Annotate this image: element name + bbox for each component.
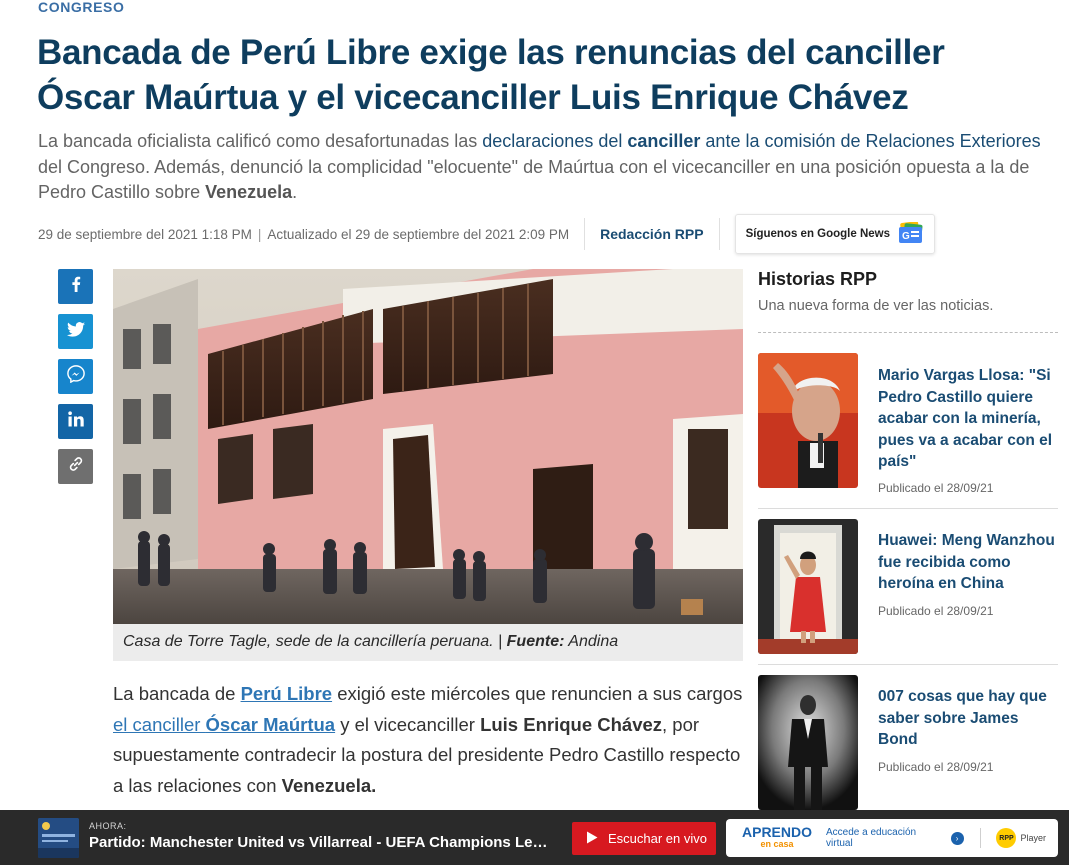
copy-link-button[interactable] bbox=[58, 449, 93, 484]
story-date: Publicado el 28/09/21 bbox=[878, 481, 994, 495]
story-date: Publicado el 28/09/21 bbox=[878, 604, 994, 618]
share-messenger-button[interactable] bbox=[58, 359, 93, 394]
lead-link-declaraciones[interactable]: declaraciones del canciller bbox=[482, 131, 700, 151]
article-headline: Bancada de Perú Libre exige las renuncia… bbox=[37, 33, 945, 117]
now-playing-title[interactable]: Partido: Manchester United vs Villarreal… bbox=[89, 834, 551, 851]
story-divider bbox=[758, 508, 1058, 509]
banner-divider bbox=[979, 828, 981, 848]
story-title[interactable]: Mario Vargas Llosa: "Si Pedro Castillo q… bbox=[878, 365, 1058, 473]
historias-sidebar: Historias RPP Una nueva forma de ver las… bbox=[758, 269, 1058, 333]
publish-date: 29 de septiembre del 2021 1:18 PM bbox=[38, 226, 252, 242]
play-icon bbox=[586, 831, 598, 847]
link-peru-libre[interactable]: Perú Libre bbox=[241, 683, 333, 704]
lead-link-comision[interactable]: ante la comisión de Relaciones Exteriore… bbox=[705, 131, 1040, 151]
aprendo-en-casa-banner[interactable]: APRENDO en casa Accede a educación virtua… bbox=[726, 819, 1058, 857]
link-icon bbox=[67, 455, 85, 478]
story-divider bbox=[758, 664, 1058, 665]
story-date: Publicado el 28/09/21 bbox=[878, 760, 994, 774]
messenger-icon bbox=[66, 365, 85, 388]
section-tag[interactable]: CONGRESO bbox=[38, 0, 124, 15]
listen-live-label: Escuchar en vivo bbox=[608, 831, 707, 846]
meta-divider bbox=[584, 218, 586, 250]
meta-separator: | bbox=[257, 226, 262, 242]
meta-divider bbox=[718, 218, 720, 250]
share-linkedin-button[interactable] bbox=[58, 404, 93, 439]
article-main-image bbox=[113, 269, 743, 624]
listen-live-button[interactable]: Escuchar en vivo bbox=[572, 822, 716, 855]
facebook-icon bbox=[69, 276, 83, 297]
now-playing-label: AHORA: bbox=[89, 821, 127, 831]
link-canciller[interactable]: el canciller Óscar Maúrtua bbox=[113, 714, 335, 735]
google-news-button[interactable]: Síguenos en Google News G bbox=[734, 214, 936, 254]
aprendo-logo: APRENDO en casa bbox=[742, 824, 813, 849]
google-news-icon: G bbox=[898, 220, 924, 247]
share-facebook-button[interactable] bbox=[58, 269, 93, 304]
twitter-icon bbox=[66, 321, 85, 342]
share-bar bbox=[58, 269, 93, 484]
rpp-player-logo[interactable]: RPP Player bbox=[996, 828, 1046, 848]
chevron-right-icon: › bbox=[950, 831, 964, 845]
linkedin-icon bbox=[67, 411, 84, 432]
image-caption: Casa de Torre Tagle, sede de la cancille… bbox=[113, 624, 743, 661]
sidebar-divider bbox=[758, 332, 1058, 333]
google-news-label: Síguenos en Google News bbox=[745, 228, 891, 240]
story-title[interactable]: 007 cosas que hay que saber sobre James … bbox=[878, 686, 1058, 751]
story-title[interactable]: Huawei: Meng Wanzhou fue recibida como h… bbox=[878, 530, 1058, 595]
sidebar-subtitle: Una nueva forma de ver las noticias. bbox=[758, 298, 994, 314]
aprendo-cta[interactable]: Accede a educación virtual › bbox=[826, 827, 964, 849]
article-lead: La bancada oficialista calificó como des… bbox=[38, 131, 1041, 202]
share-twitter-button[interactable] bbox=[58, 314, 93, 349]
program-thumbnail[interactable] bbox=[38, 818, 79, 858]
updated-date: Actualizado el 29 de septiembre del 2021… bbox=[267, 226, 570, 242]
author-link[interactable]: Redacción RPP bbox=[600, 226, 703, 242]
sidebar-title: Historias RPP bbox=[758, 269, 878, 289]
story-thumbnail[interactable] bbox=[758, 519, 858, 654]
story-thumbnail[interactable] bbox=[758, 353, 858, 488]
article-meta: 29 de septiembre del 2021 1:18 PM | Actu… bbox=[38, 214, 936, 254]
live-player-bar: AHORA: Partido: Manchester United vs Vil… bbox=[0, 810, 1069, 865]
rpp-logo-icon: RPP bbox=[996, 828, 1017, 848]
svg-text:G: G bbox=[902, 231, 910, 242]
article-body-paragraph: La bancada de Perú Libre exigió este mié… bbox=[113, 683, 743, 796]
story-thumbnail[interactable] bbox=[758, 675, 858, 810]
